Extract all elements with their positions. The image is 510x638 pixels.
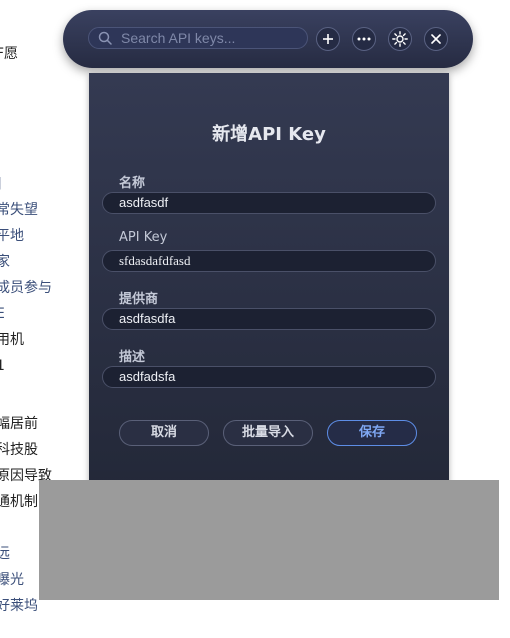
bg-text-0: F愿: [0, 46, 19, 62]
name-label: 名称: [119, 176, 146, 191]
save-button[interactable]: 保存: [327, 420, 417, 446]
provider-label: 提供商: [119, 292, 159, 307]
add-api-key-dialog: 新增API Key 名称 asdfasdf API Key sfdasdafdf…: [89, 73, 449, 494]
api-key-field[interactable]: sfdasdafdfasd: [102, 250, 436, 272]
more-button[interactable]: [352, 27, 376, 51]
bg-text-2: 常失望: [0, 202, 38, 218]
add-button[interactable]: [316, 27, 340, 51]
bg-text-9: 幅居前: [0, 416, 38, 432]
bg-text-4: 家: [0, 254, 10, 270]
more-icon: [357, 37, 371, 41]
bg-text-10: 科技股: [0, 442, 38, 458]
bg-text-1: ]: [0, 175, 1, 193]
name-field[interactable]: asdfasdf: [102, 192, 436, 214]
close-icon: [431, 34, 441, 44]
provider-field[interactable]: asdfasdfa: [102, 308, 436, 330]
search-icon: [98, 31, 112, 45]
bg-text-13: 远: [0, 546, 10, 562]
search-input[interactable]: [121, 29, 301, 47]
bg-text-6: E: [0, 306, 5, 322]
settings-button[interactable]: [388, 27, 412, 51]
cancel-button[interactable]: 取消: [119, 420, 209, 446]
bg-text-7: 用机: [0, 332, 24, 348]
batch-import-button[interactable]: 批量导入: [223, 420, 313, 446]
bg-text-15: 好莱坞: [0, 598, 38, 614]
bg-text-8: 1: [0, 358, 5, 374]
bg-text-14: 曝光: [0, 572, 24, 588]
search-box[interactable]: [88, 27, 308, 49]
gray-overlay: [39, 480, 499, 600]
bg-text-5: 成员参与: [0, 280, 52, 296]
description-field[interactable]: asdfadsfa: [102, 366, 436, 388]
dialog-title: 新增API Key: [212, 124, 326, 145]
api-key-label: API Key: [119, 230, 168, 245]
bg-text-12: 通机制: [0, 494, 38, 510]
plus-icon: [323, 34, 333, 44]
floating-toolbar: [63, 10, 473, 68]
description-label: 描述: [119, 350, 146, 365]
bg-text-3: 平地: [0, 228, 24, 244]
settings-icon: [392, 31, 408, 47]
close-button[interactable]: [424, 27, 448, 51]
